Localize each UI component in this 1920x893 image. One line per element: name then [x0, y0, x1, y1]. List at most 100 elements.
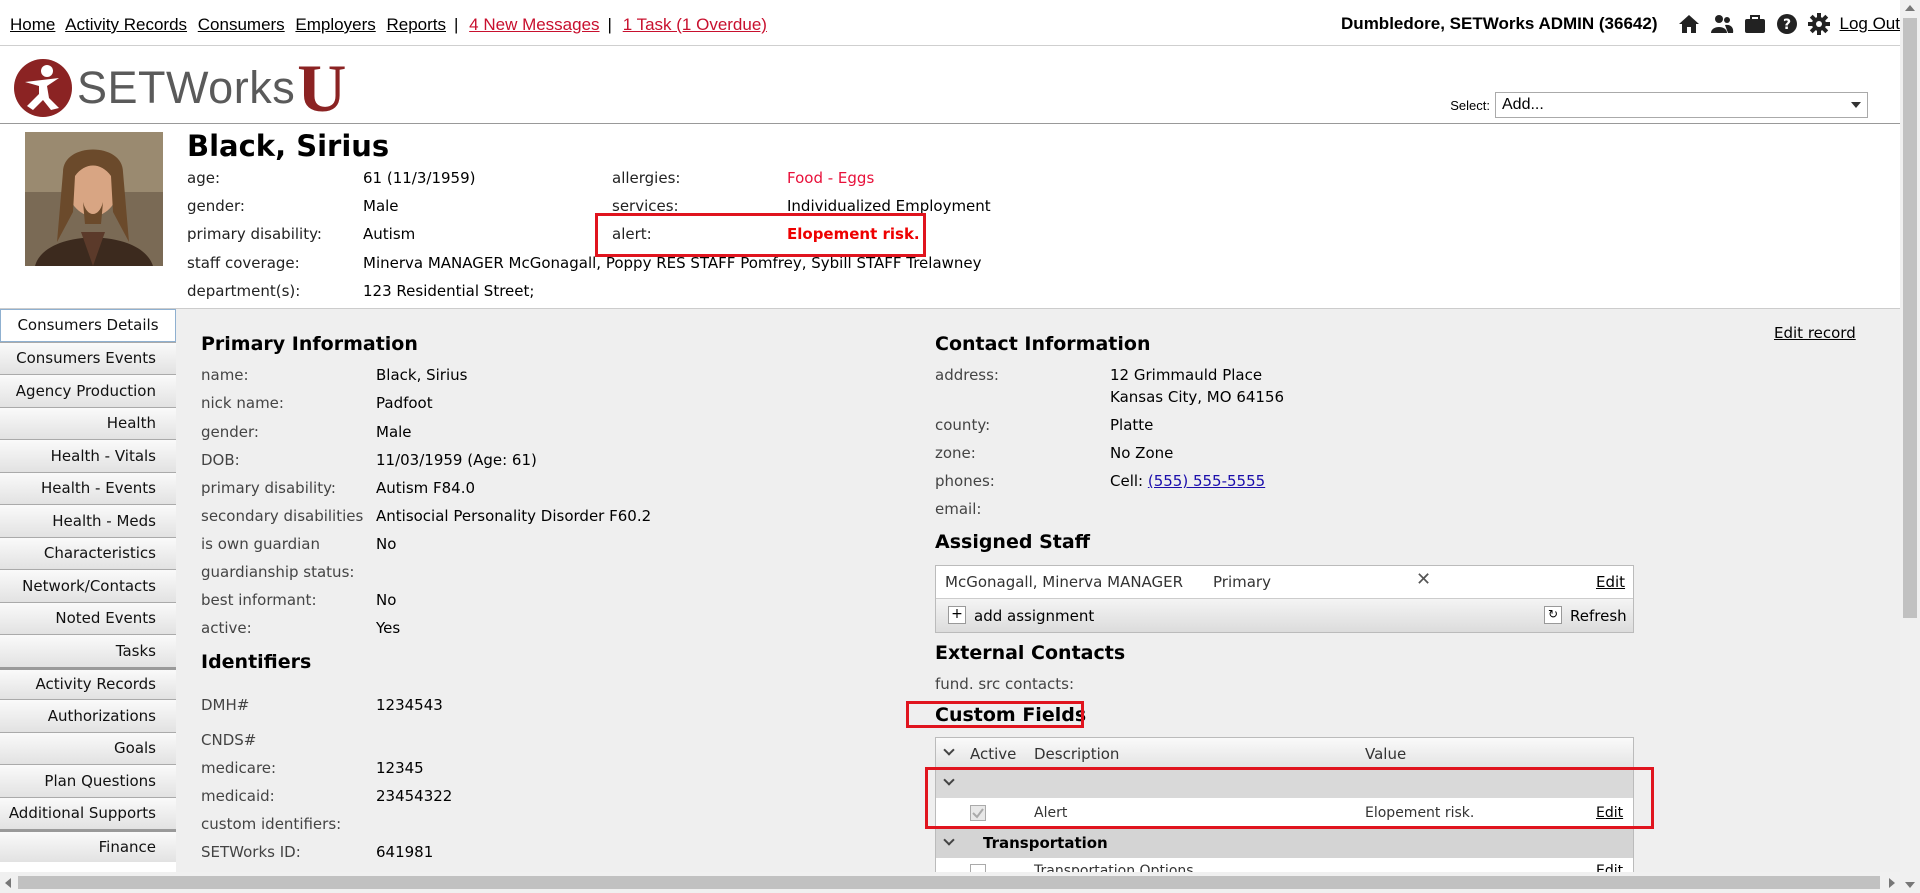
sidebar-item-health-vitals[interactable]: Health - Vitals [0, 439, 176, 472]
primary-info-title: Primary Information [201, 333, 418, 355]
sidebar-item-characteristics[interactable]: Characteristics [0, 536, 176, 569]
nav-links: Home Activity Records Consumers Employer… [10, 15, 773, 35]
medicaid-label: medicaid: [201, 787, 275, 805]
field-label: name: [201, 366, 249, 384]
sidebar-item-noted-events[interactable]: Noted Events [0, 601, 176, 634]
logo-mark-icon [14, 59, 72, 117]
assigned-staff-table: McGonagall, Minerva MANAGER Primary ✕ Ed… [935, 565, 1634, 633]
scroll-down-icon[interactable] [1905, 882, 1915, 888]
sidebar-item-health-events[interactable]: Health - Events [0, 471, 176, 504]
refresh-button[interactable]: Refresh [1570, 607, 1627, 625]
sidebar-item-health-meds[interactable]: Health - Meds [0, 504, 176, 537]
county-value: Platte [1110, 416, 1154, 434]
logout-link[interactable]: Log Out [1840, 14, 1901, 34]
sidebar-item-consumers-details[interactable]: Consumers Details [0, 309, 176, 342]
field-label: best informant: [201, 591, 317, 609]
scroll-left-icon[interactable] [5, 878, 11, 888]
add-assignment-button[interactable]: add assignment [974, 607, 1094, 625]
svg-text:?: ? [1782, 17, 1790, 33]
identifiers-title: Identifiers [201, 651, 312, 673]
edit-record-link[interactable]: Edit record [1774, 324, 1856, 342]
custom-group-transportation[interactable]: Transportation [936, 828, 1633, 858]
consumer-photo [25, 132, 163, 266]
medicare-label: medicare: [201, 759, 277, 777]
address-line1: 12 Grimmauld Place [1110, 366, 1263, 384]
header-value: Value [1365, 745, 1407, 763]
department-label: department(s): [187, 282, 301, 300]
add-icon[interactable]: + [948, 606, 966, 624]
vertical-scrollbar[interactable] [1900, 0, 1920, 893]
phone-link[interactable]: (555) 555-5555 [1148, 472, 1265, 490]
allergies-value: Food - Eggs [787, 169, 875, 187]
allergies-label: allergies: [612, 169, 681, 187]
sidebar-item-consumers-events[interactable]: Consumers Events [0, 341, 176, 374]
zone-value: No Zone [1110, 444, 1174, 462]
gender-label: gender: [187, 197, 245, 215]
field-label: secondary disabilities [201, 507, 364, 525]
scroll-thumb[interactable] [1903, 18, 1917, 618]
scroll-thumb[interactable] [18, 876, 1880, 889]
sidebar-item-tasks[interactable]: Tasks [0, 634, 176, 667]
department-value: 123 Residential Street; [363, 282, 535, 300]
select-label: Select: [1450, 97, 1490, 113]
scroll-up-icon[interactable] [1905, 5, 1915, 11]
nav-reports[interactable]: Reports [386, 15, 446, 34]
field-label: nick name: [201, 394, 284, 412]
briefcase-icon[interactable] [1744, 14, 1766, 34]
users-icon[interactable] [1710, 14, 1734, 34]
nav-home[interactable]: Home [10, 15, 55, 34]
home-icon[interactable] [1678, 14, 1700, 34]
sidebar-item-agency-production[interactable]: Agency Production [0, 374, 176, 407]
sidebar-item-network-contacts[interactable]: Network/Contacts [0, 569, 176, 602]
current-user: Dumbledore, SETWorks ADMIN (36642) [1341, 14, 1658, 33]
nav-consumers[interactable]: Consumers [198, 15, 285, 34]
header-active: Active [970, 745, 1017, 763]
sidebar-item-authorizations[interactable]: Authorizations [0, 699, 176, 732]
setworks-id-label: SETWorks ID: [201, 843, 301, 861]
horizontal-scrollbar[interactable] [0, 872, 1900, 893]
address-label: address: [935, 366, 999, 384]
sidebar-item-health[interactable]: Health [0, 406, 176, 439]
sidebar-item-plan-questions[interactable]: Plan Questions [0, 764, 176, 797]
gear-icon[interactable] [1807, 13, 1830, 35]
sidebar-item-goals[interactable]: Goals [0, 731, 176, 764]
phones-label: phones: [935, 472, 995, 490]
staff-name: McGonagall, Minerva MANAGER [945, 573, 1184, 591]
setworks-id-value: 641981 [376, 843, 434, 861]
phone-prefix: Cell: [1110, 472, 1148, 490]
sidebar-item-additional-supports[interactable]: Additional Supports [0, 796, 176, 829]
field-label: guardianship status: [201, 563, 355, 581]
field-value: Male [376, 423, 412, 441]
gender-value: Male [363, 197, 399, 215]
chevron-down-icon[interactable] [943, 834, 955, 846]
phones-value: Cell: (555) 555-5555 [1110, 472, 1265, 490]
collapse-all-icon[interactable] [943, 744, 955, 756]
top-navigation: Home Activity Records Consumers Employer… [0, 0, 1900, 46]
refresh-icon[interactable]: ↻ [1544, 606, 1562, 624]
nav-employers[interactable]: Employers [295, 15, 375, 34]
nav-activity-records[interactable]: Activity Records [65, 15, 187, 34]
staff-edit-link[interactable]: Edit [1596, 573, 1625, 591]
add-dropdown[interactable]: Add... [1495, 92, 1868, 118]
sidebar-item-finance[interactable]: Finance [0, 829, 176, 862]
email-label: email: [935, 500, 982, 518]
remove-icon[interactable]: ✕ [1416, 569, 1431, 590]
main-content: Primary Information name: Black, Sirius … [176, 309, 1900, 888]
disability-label: primary disability: [187, 225, 322, 243]
nav-tasks[interactable]: 1 Task (1 Overdue) [623, 15, 767, 34]
sidebar-item-activity-records[interactable]: Activity Records [0, 666, 176, 699]
dmh-value: 1234543 [376, 696, 443, 714]
field-value: Autism F84.0 [376, 479, 476, 497]
assigned-staff-title: Assigned Staff [935, 531, 1091, 553]
field-label: DOB: [201, 451, 240, 469]
help-icon[interactable]: ? [1776, 13, 1798, 35]
logo-text: SETWorks [77, 62, 296, 113]
nav-messages[interactable]: 4 New Messages [469, 15, 599, 34]
custom-identifiers-label: custom identifiers: [201, 815, 342, 833]
scroll-right-icon[interactable] [1889, 878, 1895, 888]
dmh-label: DMH# [201, 696, 250, 714]
dropdown-arrow-icon [1851, 102, 1861, 108]
setworks-logo[interactable]: SETWorks U [13, 54, 346, 122]
alert-row-highlight-box [925, 767, 1654, 829]
custom-fields-header: Active Description Value [936, 738, 1633, 768]
